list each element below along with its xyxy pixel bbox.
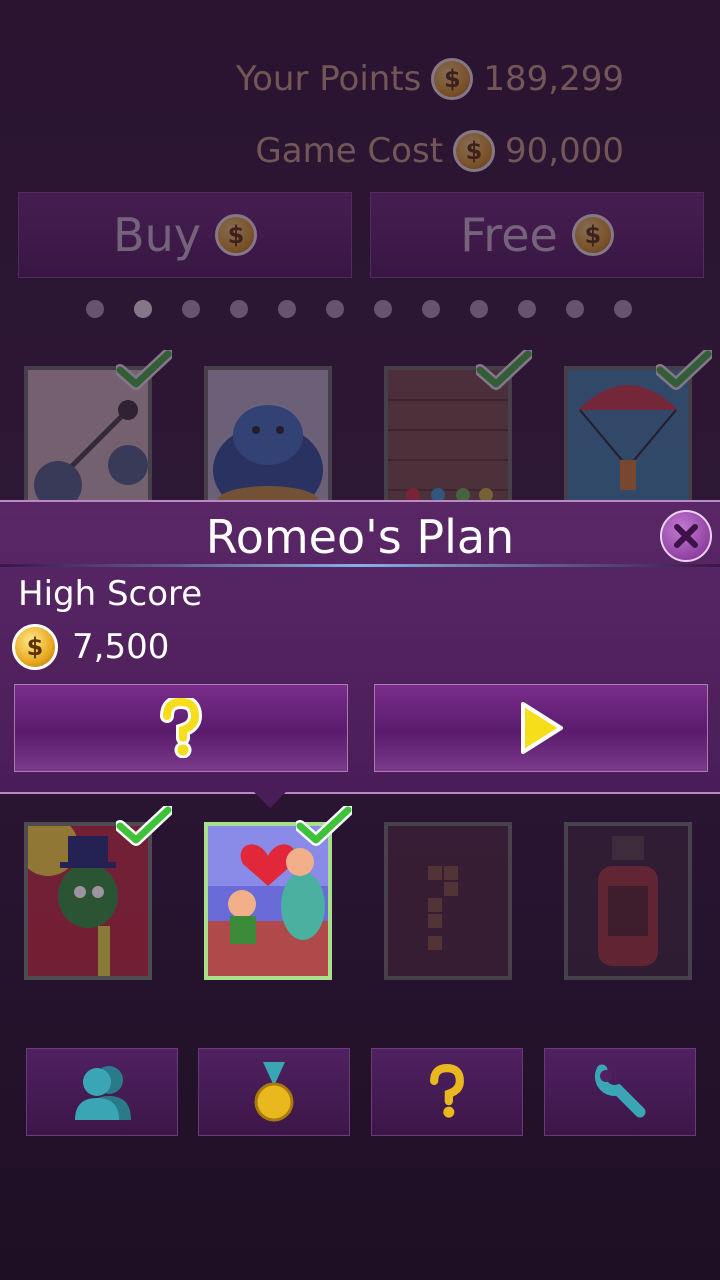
check-icon — [476, 350, 532, 390]
popup-title: Romeo's Plan — [205, 510, 515, 564]
title-divider — [0, 564, 720, 567]
high-score-row: $ 7,500 — [12, 624, 169, 670]
page-dot[interactable] — [518, 300, 536, 318]
coin-icon: $ — [571, 214, 614, 256]
help-button[interactable] — [14, 684, 348, 772]
medal-icon — [254, 1062, 294, 1122]
wrench-icon — [594, 1064, 646, 1118]
page-dot[interactable] — [374, 300, 392, 318]
play-button[interactable] — [374, 684, 708, 772]
page-dot[interactable] — [182, 300, 200, 318]
free-button[interactable]: Free $ — [370, 192, 704, 278]
game-cost-value: 90,000 — [505, 131, 624, 171]
coin-icon: $ — [214, 214, 257, 256]
game-cost-label: Game Cost — [255, 131, 444, 171]
your-points-value: 189,299 — [483, 59, 624, 99]
page-dot[interactable] — [614, 300, 632, 318]
green-character-top-hat-thumbnail — [28, 826, 148, 976]
buy-label: Buy — [113, 208, 201, 262]
page-dot[interactable] — [134, 300, 152, 318]
check-icon — [656, 350, 712, 390]
profile-icon — [75, 1066, 131, 1120]
achievements-button[interactable] — [198, 1048, 350, 1136]
high-score-value: 7,500 — [72, 627, 170, 667]
coin-icon: $ — [431, 58, 474, 100]
coin-icon: $ — [453, 130, 496, 172]
page-dot[interactable] — [230, 300, 248, 318]
brick-wall-gems-thumbnail — [388, 370, 508, 520]
check-icon — [296, 806, 352, 846]
your-points-row: Your Points $ 189,299 — [236, 58, 624, 100]
page-dot[interactable] — [326, 300, 344, 318]
parachute-thumbnail — [568, 370, 688, 520]
page-dot[interactable] — [470, 300, 488, 318]
help-nav-button[interactable] — [371, 1048, 523, 1136]
buy-button[interactable]: Buy $ — [18, 192, 352, 278]
high-score-label: High Score — [18, 574, 203, 614]
race-car-thumbnail — [568, 826, 688, 976]
popup-pointer — [252, 790, 288, 808]
profile-button[interactable] — [26, 1048, 178, 1136]
play-icon — [521, 702, 563, 754]
close-icon — [674, 524, 698, 548]
page-dot[interactable] — [566, 300, 584, 318]
page-dot[interactable] — [278, 300, 296, 318]
coin-icon: $ — [12, 624, 58, 670]
page-indicator — [86, 300, 632, 318]
game-tile-race-car-locked[interactable] — [564, 822, 692, 980]
game-tile-falling-blocks-locked[interactable] — [384, 822, 512, 980]
page-dot[interactable] — [422, 300, 440, 318]
your-points-label: Your Points — [235, 59, 422, 99]
romeos-plan-thumbnail — [208, 826, 328, 976]
check-icon — [116, 350, 172, 390]
falling-blocks-thumbnail — [388, 826, 508, 976]
question-icon — [430, 1064, 464, 1118]
game-detail-popup: Romeo's Plan High Score $ 7,500 — [0, 500, 720, 794]
check-icon — [116, 806, 172, 846]
close-button[interactable] — [660, 510, 712, 562]
blue-creature-thumbnail — [208, 370, 328, 520]
settings-button[interactable] — [544, 1048, 696, 1136]
free-label: Free — [460, 208, 558, 262]
game-cost-row: Game Cost $ 90,000 — [255, 130, 624, 172]
question-icon — [160, 698, 203, 758]
page-dot[interactable] — [86, 300, 104, 318]
yarn-molecule-thumbnail — [28, 370, 148, 520]
